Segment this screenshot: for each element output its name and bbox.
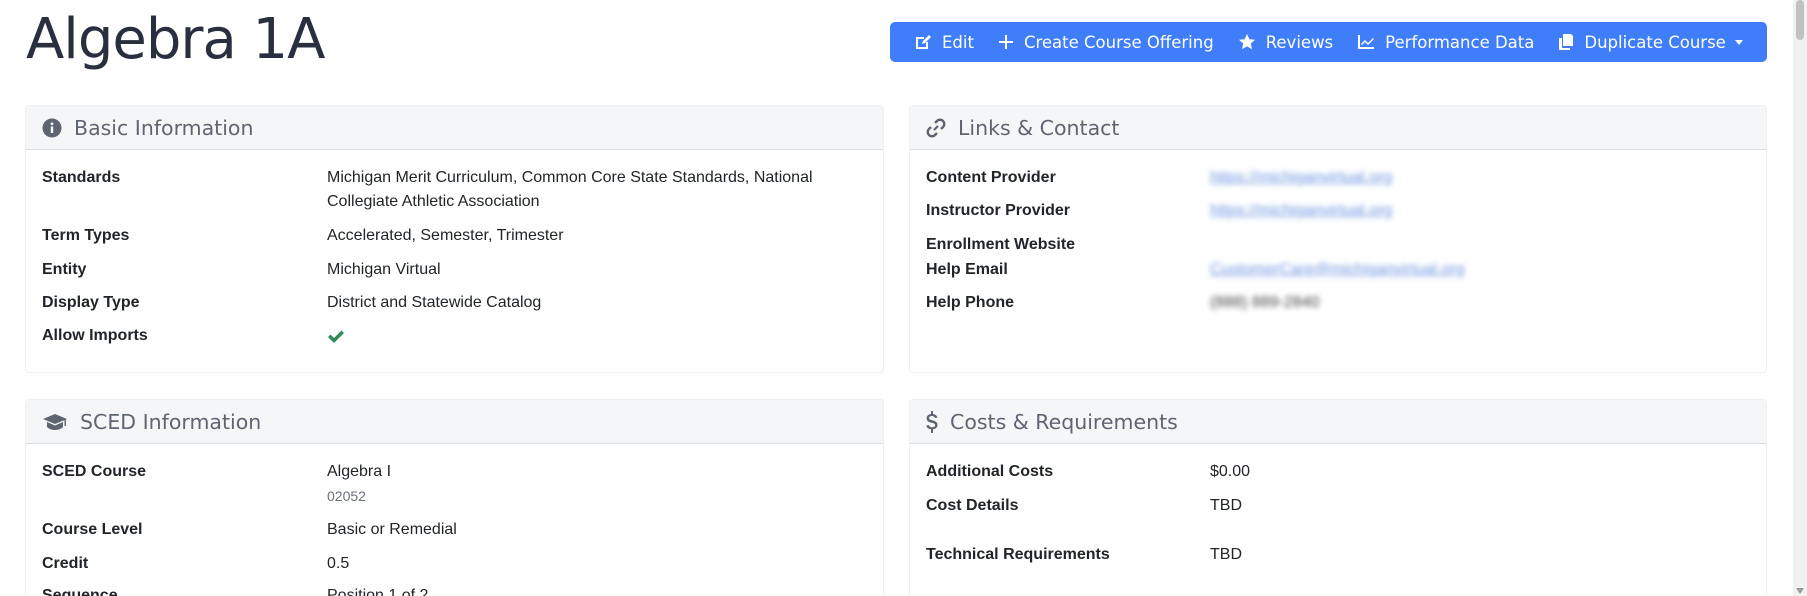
content-provider-label: Content Provider	[926, 169, 1056, 186]
copy-icon	[1558, 33, 1574, 51]
sced-course-value: Algebra I	[327, 463, 392, 480]
help-phone-label: Help Phone	[926, 294, 1015, 311]
basic-information-header: Basic Information	[26, 106, 883, 150]
entity-value: Michigan Virtual	[327, 261, 441, 278]
chart-line-icon	[1357, 33, 1375, 51]
enrollment-website-label: Enrollment Website	[926, 236, 1076, 253]
content-provider-value: https://michiganvirtual.org	[1210, 166, 1750, 190]
performance-data-label: Performance Data	[1385, 32, 1535, 52]
help-phone-value: (888) 889-2840	[1210, 291, 1750, 315]
check-icon	[327, 330, 345, 349]
standards-label: Standards	[42, 169, 121, 186]
standards-value-line-2: Collegiate Athletic Association	[327, 193, 540, 210]
scroll-down-arrow-icon[interactable]	[1796, 588, 1804, 594]
instructor-provider-label: Instructor Provider	[926, 202, 1071, 219]
help-phone-text: (888) 889-2840	[1210, 294, 1320, 311]
sced-course-label: SCED Course	[42, 463, 147, 480]
course-action-toolbar: Edit Create Course Offering Reviews Perf…	[890, 22, 1767, 62]
cost-details-label: Cost Details	[926, 497, 1019, 514]
page-title: Algebra 1A	[26, 7, 325, 72]
links-contact-card: Links & Contact Content Provider https:/…	[909, 105, 1767, 373]
reviews-label: Reviews	[1265, 32, 1334, 52]
instructor-provider-value: https://michiganvirtual.org	[1210, 199, 1750, 223]
page-scrollbar[interactable]	[1793, 0, 1807, 596]
display-type-label: Display Type	[42, 294, 140, 311]
costs-requirements-title: Costs & Requirements	[950, 409, 1178, 434]
plus-icon	[998, 34, 1014, 50]
duplicate-course-label: Duplicate Course	[1584, 32, 1726, 52]
credit-value: 0.5	[327, 555, 350, 572]
content-provider-link[interactable]: https://michiganvirtual.org	[1210, 166, 1392, 190]
course-level-label: Course Level	[42, 521, 143, 538]
basic-information-title: Basic Information	[74, 115, 254, 140]
create-course-offering-button[interactable]: Create Course Offering	[986, 22, 1226, 62]
sced-information-header: SCED Information	[26, 400, 883, 444]
create-course-offering-label: Create Course Offering	[1023, 32, 1214, 52]
edit-button[interactable]: Edit	[902, 22, 986, 62]
star-icon	[1238, 33, 1256, 51]
term-types-value: Accelerated, Semester, Trimester	[327, 227, 564, 244]
term-types-label: Term Types	[42, 227, 130, 244]
credit-label: Credit	[42, 555, 89, 572]
costs-requirements-header: Costs & Requirements	[910, 400, 1766, 444]
sequence-value: Position 1 of 2	[327, 587, 429, 596]
sced-information-card: SCED Information SCED Course Algebra I 0…	[25, 399, 884, 596]
link-icon	[926, 118, 946, 138]
page: Algebra 1A Edit Create Course Offering R…	[0, 0, 1807, 596]
cost-details-value: TBD	[1210, 497, 1242, 514]
additional-costs-value: $0.00	[1210, 463, 1251, 480]
technical-requirements-label: Technical Requirements	[926, 546, 1110, 563]
links-contact-title: Links & Contact	[958, 115, 1120, 140]
sced-information-title: SCED Information	[80, 409, 262, 434]
edit-button-label: Edit	[942, 32, 974, 52]
basic-information-card: Basic Information Standards Michigan Mer…	[25, 105, 884, 373]
sced-course-code: 02052	[327, 488, 366, 504]
reviews-button[interactable]: Reviews	[1226, 22, 1345, 62]
sequence-label: Sequence	[42, 587, 118, 596]
instructor-provider-link[interactable]: https://michiganvirtual.org	[1210, 199, 1392, 223]
allow-imports-label: Allow Imports	[42, 327, 148, 344]
technical-requirements-value: TBD	[1210, 546, 1242, 563]
duplicate-course-dropdown[interactable]: Duplicate Course	[1546, 22, 1754, 62]
help-email-label: Help Email	[926, 261, 1008, 278]
costs-requirements-card: Costs & Requirements Additional Costs $0…	[909, 399, 1767, 596]
help-email-value: CustomerCare@michiganvirtual.org	[1210, 258, 1750, 282]
performance-data-button[interactable]: Performance Data	[1345, 22, 1546, 62]
info-circle-icon	[42, 118, 62, 138]
display-type-value: District and Statewide Catalog	[327, 294, 542, 311]
allow-imports-value	[327, 324, 867, 353]
course-level-value: Basic or Remedial	[327, 521, 457, 538]
help-email-link[interactable]: CustomerCare@michiganvirtual.org	[1210, 258, 1465, 282]
dollar-icon	[926, 410, 938, 433]
entity-label: Entity	[42, 261, 87, 278]
graduation-cap-icon	[42, 413, 68, 431]
edit-icon	[914, 33, 932, 51]
standards-value-line-1: Michigan Merit Curriculum, Common Core S…	[327, 169, 813, 186]
caret-down-icon	[1734, 39, 1743, 45]
additional-costs-label: Additional Costs	[926, 463, 1054, 480]
links-contact-header: Links & Contact	[910, 106, 1766, 150]
scrollbar-thumb[interactable]	[1796, 0, 1804, 40]
